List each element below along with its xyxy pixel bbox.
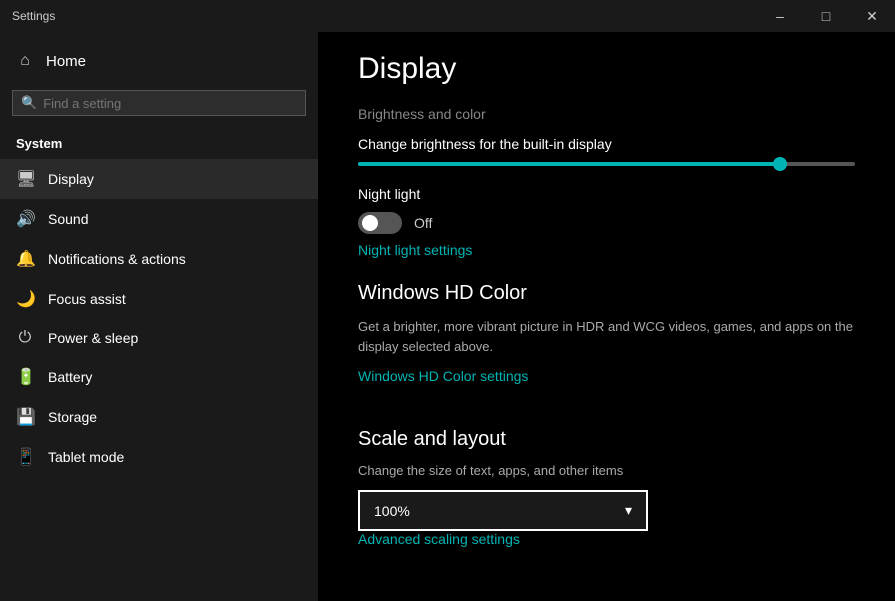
brightness-label: Change brightness for the built-in displ… [358, 136, 855, 152]
maximize-button[interactable]: □ [803, 0, 849, 32]
storage-icon: 💾 [16, 407, 34, 427]
close-button[interactable]: ✕ [849, 0, 895, 32]
sidebar: ⌂ Home 🔍 System 🖥 Display 🔊 Sound 🔔 Noti… [0, 32, 318, 601]
slider-thumb[interactable] [773, 157, 787, 171]
night-light-label: Night light [358, 186, 855, 202]
sidebar-item-battery-label: Battery [48, 369, 92, 385]
hd-color-heading: Windows HD Color [358, 282, 855, 305]
minimize-button[interactable]: – [757, 0, 803, 32]
search-box: 🔍 [12, 90, 306, 116]
sidebar-item-display-label: Display [48, 171, 94, 187]
night-light-row: Off [358, 212, 855, 234]
search-input[interactable] [43, 96, 297, 111]
page-title: Display [358, 52, 855, 86]
sidebar-item-tablet-label: Tablet mode [48, 449, 124, 465]
display-icon: 🖥 [16, 169, 34, 189]
sound-icon: 🔊 [16, 209, 34, 229]
battery-icon: 🔋 [16, 367, 34, 387]
sidebar-item-power[interactable]: ⏻ Power & sleep [0, 319, 318, 357]
focus-icon: 🌙 [16, 289, 34, 309]
brightness-slider-container[interactable] [358, 162, 855, 166]
night-light-state: Off [414, 215, 432, 231]
night-light-settings-link[interactable]: Night light settings [358, 242, 472, 258]
brightness-subtitle: Brightness and color [358, 106, 855, 122]
search-icon: 🔍 [21, 95, 37, 111]
scale-dropdown-container: 100% ▾ [358, 490, 648, 531]
tablet-icon: 📱 [16, 447, 34, 467]
titlebar-title: Settings [12, 9, 55, 23]
hd-color-settings-link[interactable]: Windows HD Color settings [358, 368, 528, 384]
hd-color-description: Get a brighter, more vibrant picture in … [358, 317, 855, 356]
sidebar-item-notifications[interactable]: 🔔 Notifications & actions [0, 239, 318, 279]
power-icon: ⏻ [16, 329, 34, 347]
scale-description: Change the size of text, apps, and other… [358, 463, 855, 478]
scale-dropdown[interactable]: 100% ▾ [358, 490, 648, 531]
sidebar-item-focus-label: Focus assist [48, 291, 126, 307]
sidebar-item-storage[interactable]: 💾 Storage [0, 397, 318, 437]
sidebar-item-notifications-label: Notifications & actions [48, 251, 186, 267]
sidebar-item-focus[interactable]: 🌙 Focus assist [0, 279, 318, 319]
sidebar-home-label: Home [46, 53, 86, 70]
sidebar-item-power-label: Power & sleep [48, 330, 138, 346]
brightness-slider[interactable] [358, 162, 855, 166]
sidebar-item-home[interactable]: ⌂ Home [0, 40, 318, 82]
toggle-thumb [362, 215, 378, 231]
night-light-toggle[interactable] [358, 212, 402, 234]
system-section-label: System [0, 124, 318, 159]
sidebar-item-display[interactable]: 🖥 Display [0, 159, 318, 199]
titlebar: Settings – □ ✕ [0, 0, 895, 32]
scale-dropdown-value: 100% [374, 503, 410, 519]
titlebar-controls: – □ ✕ [757, 0, 895, 32]
scale-heading: Scale and layout [358, 428, 855, 451]
content-area: Display Brightness and color Change brig… [318, 32, 895, 601]
scale-layout-section: Scale and layout Change the size of text… [358, 428, 855, 571]
main-layout: ⌂ Home 🔍 System 🖥 Display 🔊 Sound 🔔 Noti… [0, 32, 895, 601]
advanced-scaling-link[interactable]: Advanced scaling settings [358, 531, 520, 547]
sidebar-item-sound-label: Sound [48, 211, 88, 227]
sidebar-item-battery[interactable]: 🔋 Battery [0, 357, 318, 397]
sidebar-item-tablet[interactable]: 📱 Tablet mode [0, 437, 318, 477]
chevron-down-icon: ▾ [625, 502, 632, 519]
sidebar-item-storage-label: Storage [48, 409, 97, 425]
notifications-icon: 🔔 [16, 249, 34, 269]
sidebar-item-sound[interactable]: 🔊 Sound [0, 199, 318, 239]
home-icon: ⌂ [16, 52, 34, 70]
